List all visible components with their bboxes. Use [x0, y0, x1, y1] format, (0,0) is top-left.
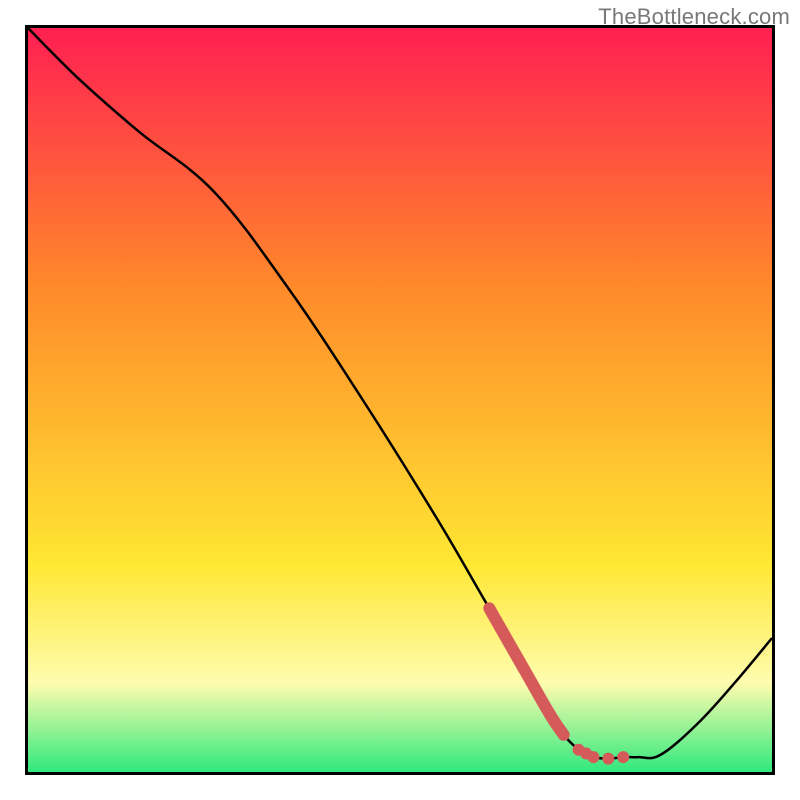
gradient-background: [28, 28, 772, 772]
plot-frame: [25, 25, 775, 775]
bottleneck-plot: [28, 28, 772, 772]
trend-dot: [587, 751, 599, 763]
chart-canvas: TheBottleneck.com: [0, 0, 800, 800]
trend-dot: [617, 751, 629, 763]
trend-dot: [602, 753, 614, 765]
